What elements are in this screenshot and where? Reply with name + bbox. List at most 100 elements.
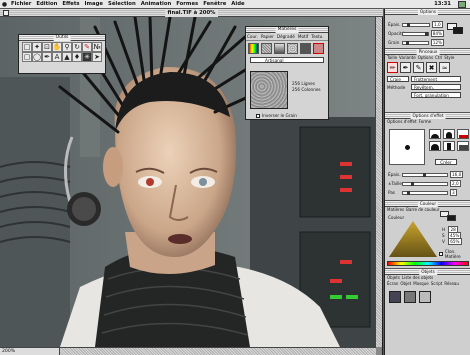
subtab-ecran[interactable]: Écran [387, 281, 398, 286]
object-thumb-1[interactable] [389, 291, 401, 303]
menu-selection[interactable]: Sélection [108, 1, 136, 7]
menu-aide[interactable]: Aide [231, 1, 244, 7]
menu-animation[interactable]: Animation [141, 1, 172, 7]
clone-color-option[interactable]: Clon. Matière [439, 249, 470, 259]
tab-ctrl[interactable]: Ctrl [435, 55, 442, 60]
tab-variante[interactable]: Variante [399, 55, 416, 60]
crop-icon[interactable]: ⊡ [42, 42, 52, 52]
size-value-1[interactable]: 16,0 [450, 171, 464, 178]
pencil-brush-icon[interactable]: ✒ [400, 62, 411, 73]
text-icon[interactable]: A [52, 52, 62, 62]
oval-select-icon[interactable]: ◯ [32, 52, 42, 62]
tab-taille[interactable]: Taille [387, 55, 397, 60]
profile-icon-6[interactable] [457, 141, 469, 151]
profile-icon-5[interactable] [443, 141, 455, 151]
tab-texture[interactable]: Textu. [311, 34, 323, 39]
method-dropdown[interactable]: Revêtem. [411, 84, 461, 90]
size-variation-slider[interactable] [402, 181, 448, 186]
eraser-brush-icon[interactable]: ✖ [426, 62, 437, 73]
objects-title-bar[interactable]: Objets [385, 269, 470, 275]
menu-image[interactable]: Image [85, 1, 103, 7]
subtab-objet[interactable]: Objet [400, 281, 411, 286]
tab-forme[interactable]: Forme [419, 119, 432, 124]
profile-icon-3[interactable] [457, 129, 469, 139]
tab-motif[interactable]: Motif [298, 34, 308, 39]
slider-value-1[interactable]: 1,0 [432, 21, 443, 28]
profile-icon-4[interactable] [429, 141, 441, 151]
apple-icon[interactable]: ● [0, 0, 9, 9]
frame-icon[interactable]: □ [22, 42, 32, 52]
dropper-icon[interactable]: № [92, 42, 102, 52]
shape-icon[interactable]: ▲ [62, 52, 72, 62]
subtab-script[interactable]: Script [431, 281, 443, 286]
slider-value-3[interactable]: 12% [430, 39, 444, 46]
swatch-paper[interactable] [261, 43, 272, 54]
object-thumb-3[interactable] [419, 291, 431, 303]
grain-slider[interactable] [401, 40, 429, 45]
rect-select-icon[interactable]: ▢ [22, 52, 32, 62]
brush-variant-dropdown[interactable]: Frottement [411, 76, 461, 82]
rotate-icon[interactable]: ↻ [72, 42, 82, 52]
tab-degrade[interactable]: Dégradé [277, 34, 295, 39]
menu-fenetre[interactable]: Fenêtre [203, 1, 226, 7]
size-value-2[interactable]: 2,0 [450, 180, 461, 187]
invert-grain-option[interactable]: Inverser le Grain [256, 113, 297, 118]
tab-papier[interactable]: Papier [261, 34, 274, 39]
vertical-scrollbar[interactable] [375, 17, 382, 347]
tab-style[interactable]: Style [444, 55, 454, 60]
tools-palette-title-bar[interactable]: Outils [19, 35, 105, 41]
back-color-chip[interactable] [447, 215, 456, 221]
tab-effect-options[interactable]: Options d'effet [387, 119, 417, 124]
swatch-gradient[interactable] [274, 43, 285, 54]
pen-icon[interactable]: ✒ [42, 52, 52, 62]
controls-title-bar[interactable]: Options [385, 9, 470, 15]
tab-matieres[interactable]: Matières [387, 207, 404, 212]
menu-effets[interactable]: Effets [62, 1, 79, 7]
thickness-slider[interactable] [402, 172, 448, 177]
menu-formes[interactable]: Formes [176, 1, 198, 7]
profile-icon-2[interactable] [443, 129, 455, 139]
document-title-bar[interactable]: final.TIF à 200% [0, 9, 383, 17]
profile-icon-1[interactable] [429, 129, 441, 139]
horizontal-scrollbar[interactable]: 200% [0, 347, 376, 355]
secondary-color-chip[interactable] [453, 27, 463, 34]
opacity-slider[interactable] [402, 31, 429, 36]
brushes-title-bar[interactable]: Pinceaux [385, 49, 470, 55]
size-value-3[interactable]: 3 [450, 189, 457, 196]
invert-grain-checkbox[interactable] [256, 113, 260, 118]
brush-category-dropdown[interactable]: Craie [387, 76, 409, 82]
subtab-masque[interactable]: Masque [413, 281, 429, 286]
color-title-bar[interactable]: Couleur [385, 201, 470, 207]
application-icon[interactable] [458, 1, 466, 8]
tab-options[interactable]: Options [418, 55, 433, 60]
airbrush-icon[interactable]: ✎ [413, 62, 424, 73]
swatch-color[interactable] [248, 43, 259, 54]
subcategory-dropdown[interactable]: Fort, granulation [411, 92, 461, 98]
swatch-texture[interactable] [300, 43, 311, 54]
spacing-slider[interactable] [402, 190, 448, 195]
object-thumb-2[interactable] [404, 291, 416, 303]
hand-icon[interactable]: ✋ [52, 42, 62, 52]
tab-objects-list[interactable]: Liste des objets [402, 275, 433, 280]
tab-objets[interactable]: Objets [387, 275, 400, 280]
slider-value-2[interactable]: 84% [430, 30, 444, 37]
bucket-icon[interactable]: ♦ [72, 52, 82, 62]
swatch-pattern[interactable] [287, 43, 298, 54]
paper-dropdown[interactable]: Artisanal [250, 57, 324, 63]
hue-ring[interactable] [387, 261, 469, 266]
size-title-bar[interactable]: Options d'effet [385, 113, 470, 119]
lasso-icon[interactable]: ✦ [32, 42, 42, 52]
brush-icon[interactable]: ✎ [82, 42, 92, 52]
chalk-brush-icon[interactable]: ✏ [387, 62, 398, 73]
tab-couleur[interactable]: Cour. [247, 34, 258, 39]
textures-palette-title-bar[interactable]: Matières [246, 27, 328, 33]
clone-color-checkbox[interactable] [439, 252, 443, 256]
magnifier-icon[interactable]: ⚲ [62, 42, 72, 52]
menu-edition[interactable]: Edition [36, 1, 57, 7]
size-slider[interactable] [402, 22, 430, 27]
close-box-icon[interactable] [3, 10, 9, 16]
menu-fichier[interactable]: Fichier [11, 1, 31, 7]
swatch-selected[interactable] [313, 43, 324, 54]
build-button[interactable]: Créer [435, 159, 457, 165]
tab-color-bar[interactable]: Barre de couleur [406, 207, 439, 212]
